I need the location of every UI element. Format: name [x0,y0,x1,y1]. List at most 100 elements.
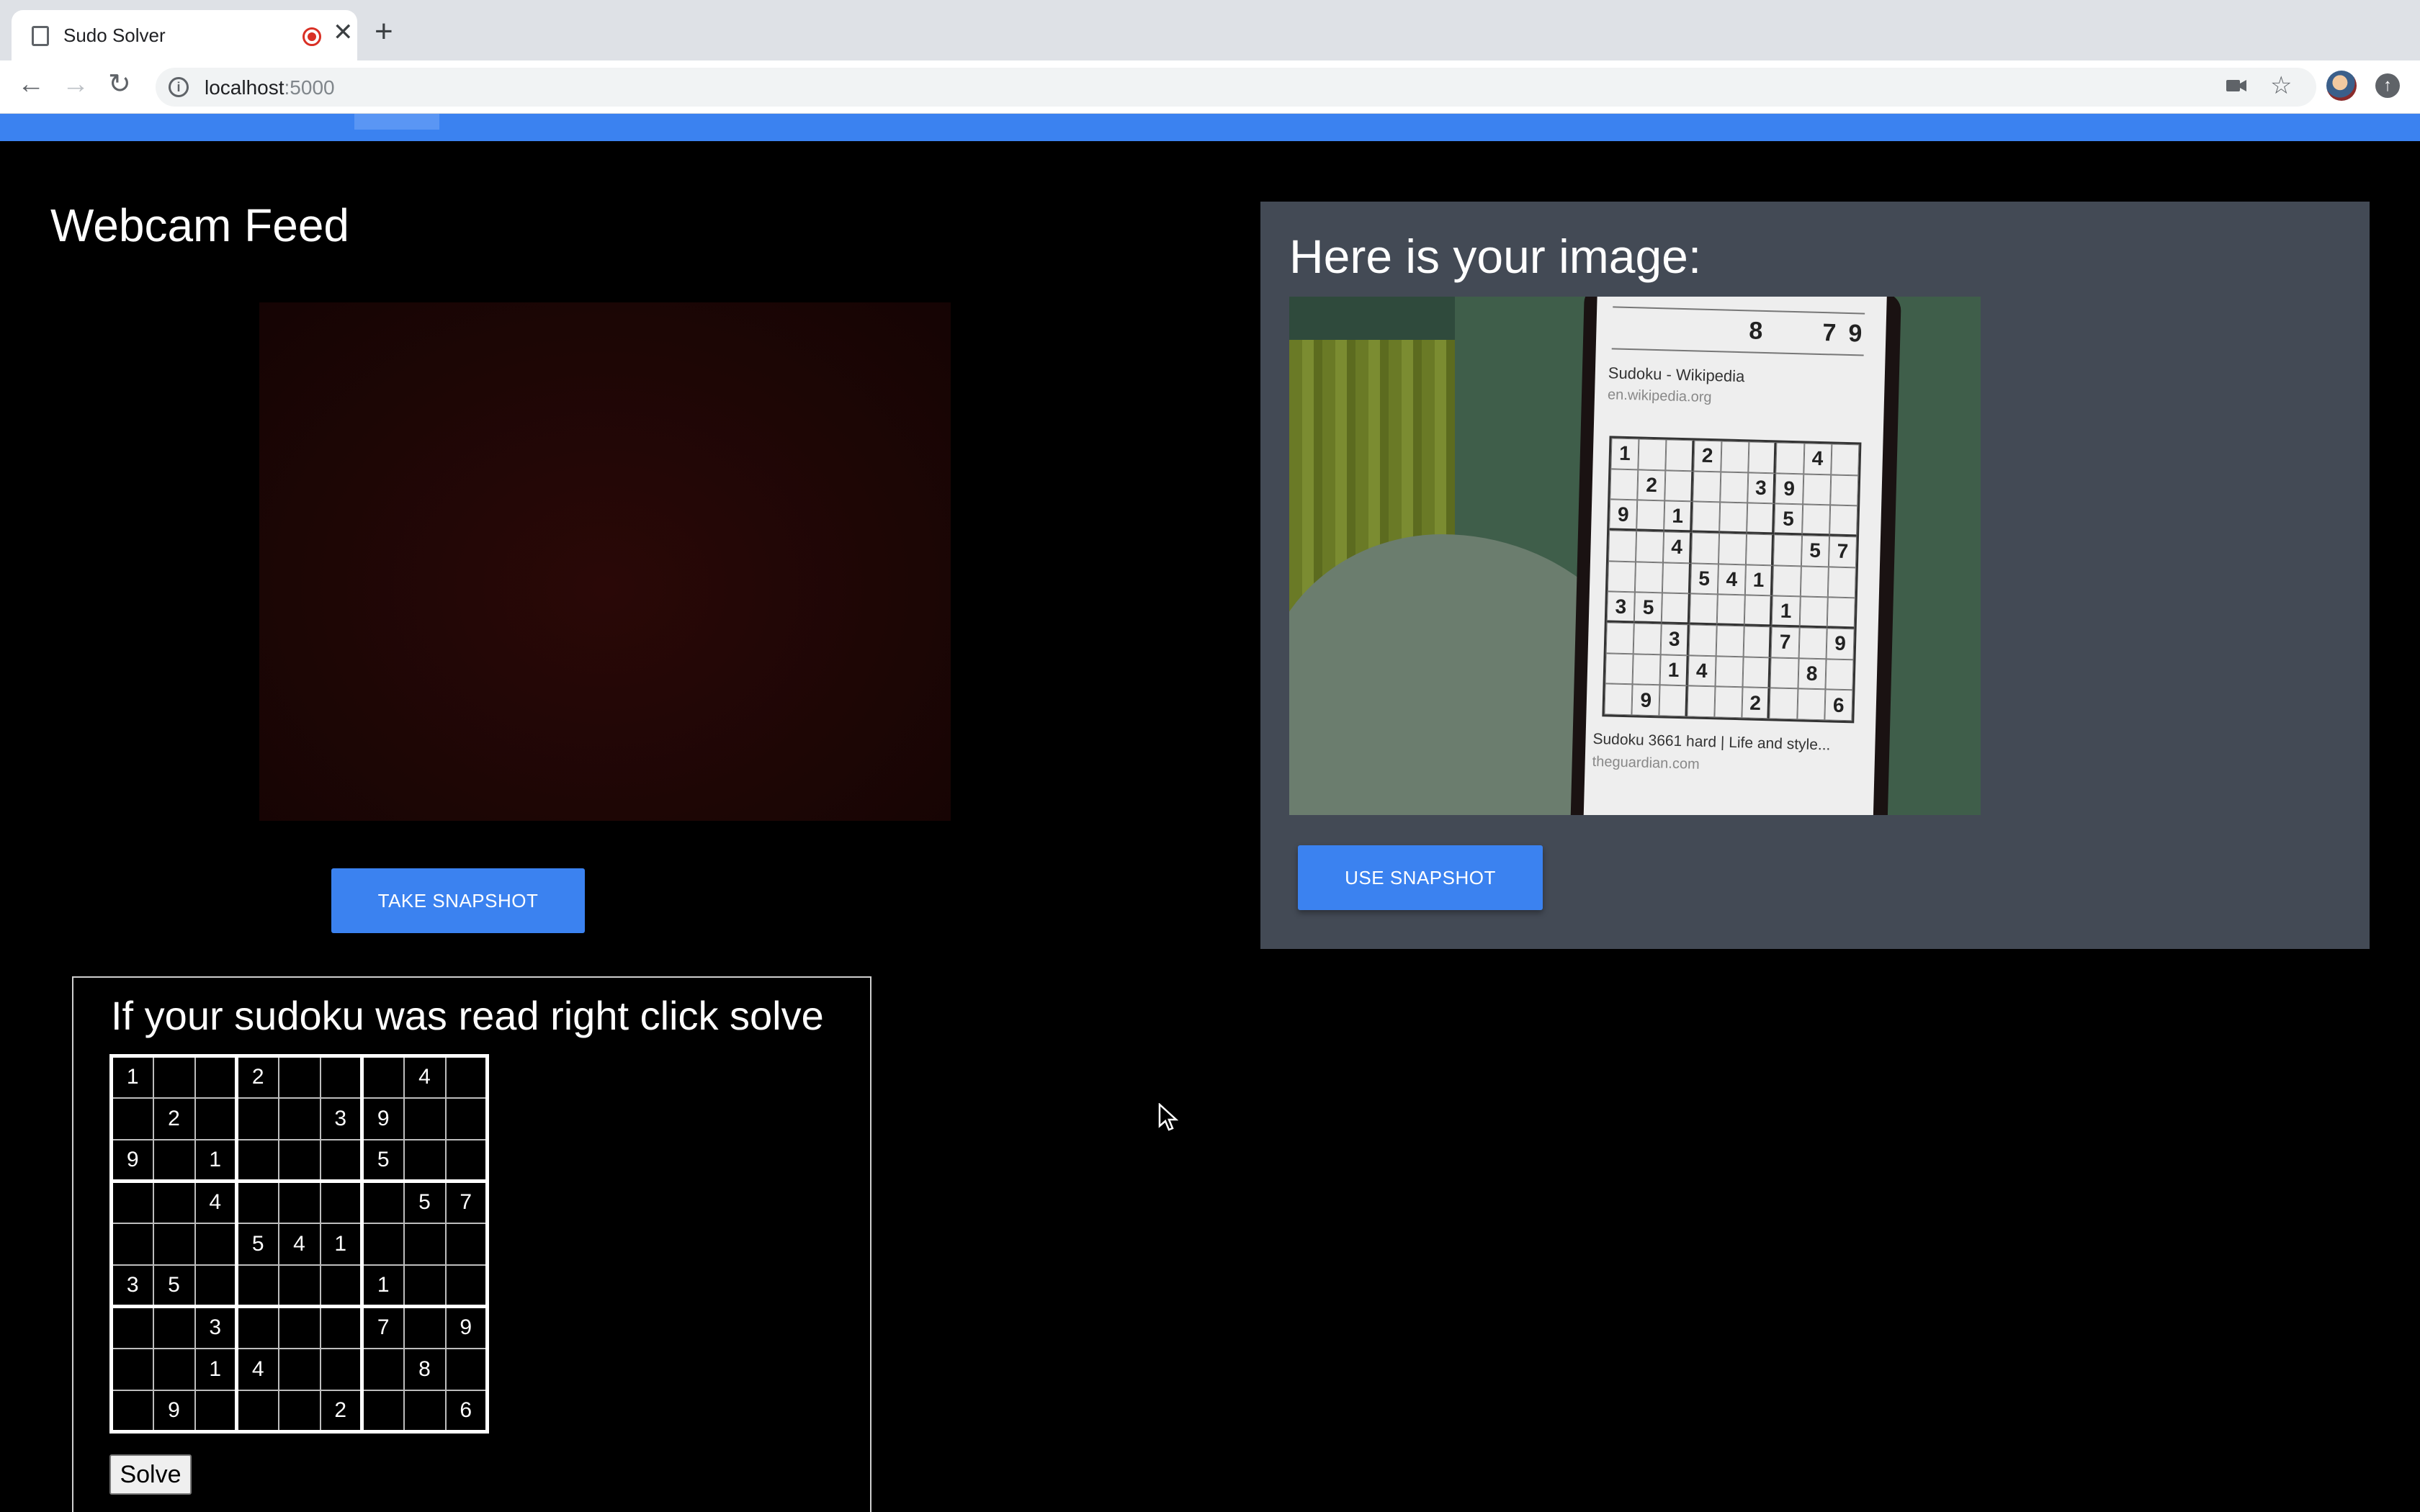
close-tab-icon[interactable]: ✕ [333,20,354,45]
sudoku-cell[interactable] [403,1222,447,1266]
sudoku-cell[interactable]: 4 [194,1180,238,1224]
sudoku-cell[interactable] [403,1389,447,1433]
sudoku-cell[interactable] [361,1055,405,1099]
sudoku-cell[interactable] [403,1097,447,1140]
new-tab-button[interactable]: + [375,16,393,48]
sudoku-cell[interactable]: 3 [319,1097,364,1140]
sudoku-cell[interactable]: 4 [236,1347,279,1391]
forward-icon[interactable]: → [62,71,89,98]
sudoku-cell[interactable] [236,1097,279,1140]
sudoku-cell[interactable] [110,1180,154,1224]
sudoku-cell[interactable] [236,1305,279,1349]
sudoku-cell[interactable] [319,1305,364,1349]
sudoku-cell[interactable] [444,1138,488,1183]
sudoku-cell[interactable] [319,1264,364,1308]
sudoku-cell[interactable] [152,1138,196,1183]
back-icon[interactable]: ← [17,71,45,98]
sudoku-cell[interactable]: 3 [110,1264,154,1308]
sudoku-cell[interactable] [152,1055,196,1099]
sudoku-cell[interactable] [277,1305,321,1349]
address-bar[interactable]: i localhost:5000 [156,68,2316,107]
sudoku-cell[interactable] [236,1180,279,1224]
sudoku-cell[interactable] [152,1222,196,1266]
sudoku-cell[interactable] [319,1138,364,1183]
sudoku-cell[interactable]: 2 [319,1389,364,1433]
sudoku-cell[interactable]: 9 [361,1097,405,1140]
sudoku-cell[interactable] [194,1389,238,1433]
sudoku-cell[interactable] [403,1138,447,1183]
sudoku-cell[interactable] [152,1180,196,1224]
sudoku-cell[interactable] [361,1180,405,1224]
sudoku-cell[interactable]: 9 [152,1389,196,1433]
sudoku-cell[interactable]: 7 [444,1180,488,1224]
sudoku-cell[interactable]: 8 [403,1347,447,1391]
sudoku-cell[interactable]: 1 [194,1138,238,1183]
sudoku-cell[interactable]: 5 [361,1138,405,1183]
sudoku-cell[interactable]: 5 [403,1180,447,1224]
sudoku-cell[interactable]: 5 [152,1264,196,1308]
sudoku-cell[interactable]: 2 [236,1055,279,1099]
camera-icon[interactable] [2226,73,2247,102]
sudoku-cell[interactable] [361,1222,405,1266]
sudoku-cell[interactable]: 6 [444,1389,488,1433]
sudoku-cell[interactable]: 2 [152,1097,196,1140]
sudoku-cell[interactable] [236,1138,279,1183]
photo-sudoku-cell [1798,627,1827,659]
browser-tab[interactable]: Sudo Solver ✕ [12,10,357,60]
photo-sudoku-cell [1718,502,1748,534]
sudoku-cell[interactable] [194,1264,238,1308]
sudoku-cell[interactable]: 7 [361,1305,405,1349]
star-icon[interactable]: ☆ [2270,73,2292,98]
sudoku-cell[interactable]: 3 [194,1305,238,1349]
sudoku-cell[interactable] [194,1097,238,1140]
sudoku-cell[interactable] [319,1347,364,1391]
sudoku-cell[interactable] [152,1305,196,1349]
site-info-icon[interactable]: i [169,77,189,97]
sudoku-cell[interactable] [277,1138,321,1183]
sudoku-cell[interactable] [361,1389,405,1433]
sudoku-cell[interactable] [361,1347,405,1391]
photo-phone: 8 7 9 Sudoku - Wikipedia en.wikipedia.or… [1570,297,1901,815]
sudoku-cell[interactable] [236,1264,279,1308]
use-snapshot-button[interactable]: USE SNAPSHOT [1298,845,1543,910]
take-snapshot-button[interactable]: TAKE SNAPSHOT [331,868,585,933]
sudoku-cell[interactable] [110,1305,154,1349]
sudoku-cell[interactable] [444,1222,488,1266]
sudoku-cell[interactable] [110,1097,154,1140]
sudoku-cell[interactable] [110,1222,154,1266]
sudoku-cell[interactable] [152,1347,196,1391]
solve-button[interactable]: Solve [109,1454,192,1495]
sudoku-cell[interactable]: 1 [361,1264,405,1308]
sudoku-cell[interactable] [236,1389,279,1433]
reload-icon[interactable]: ↻ [108,71,131,98]
sudoku-cell[interactable] [110,1347,154,1391]
sudoku-cell[interactable] [319,1180,364,1224]
sudoku-row: 2 39 [110,1097,488,1140]
sudoku-cell[interactable] [444,1055,488,1099]
sudoku-cell[interactable] [277,1055,321,1099]
sudoku-cell[interactable]: 4 [403,1055,447,1099]
sudoku-cell[interactable] [277,1347,321,1391]
sudoku-cell[interactable] [444,1347,488,1391]
sudoku-cell[interactable]: 9 [444,1305,488,1349]
sudoku-cell[interactable]: 1 [194,1347,238,1391]
sudoku-cell[interactable] [403,1305,447,1349]
sudoku-cell[interactable] [444,1097,488,1140]
sudoku-cell[interactable]: 5 [236,1222,279,1266]
sudoku-cell[interactable] [110,1389,154,1433]
sudoku-cell[interactable] [403,1264,447,1308]
update-icon[interactable]: ↑ [2375,73,2400,98]
sudoku-cell[interactable] [277,1180,321,1224]
sudoku-cell[interactable] [194,1055,238,1099]
sudoku-cell[interactable] [319,1055,364,1099]
sudoku-cell[interactable]: 9 [110,1138,154,1183]
avatar[interactable] [2326,71,2357,101]
sudoku-cell[interactable]: 1 [319,1222,364,1266]
sudoku-cell[interactable] [277,1097,321,1140]
sudoku-cell[interactable]: 1 [110,1055,154,1099]
sudoku-cell[interactable] [194,1222,238,1266]
sudoku-cell[interactable]: 4 [277,1222,321,1266]
sudoku-cell[interactable] [444,1264,488,1308]
sudoku-cell[interactable] [277,1264,321,1308]
sudoku-cell[interactable] [277,1389,321,1433]
